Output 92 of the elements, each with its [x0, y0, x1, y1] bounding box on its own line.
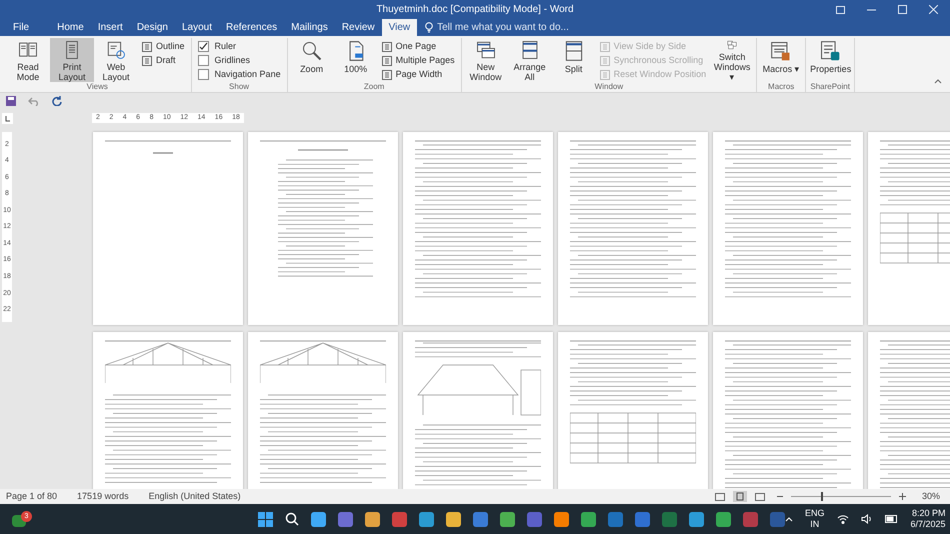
layout-icon: [600, 56, 610, 66]
speaker-icon[interactable]: [860, 514, 873, 524]
group-label: Views: [86, 82, 108, 92]
group-label: SharePoint: [810, 82, 850, 92]
ribbon-tab[interactable]: Mailings: [284, 19, 335, 36]
web-page-icon: [105, 40, 127, 60]
ribbon-button[interactable]: Macros ▾: [759, 38, 804, 82]
ribbon-tab[interactable]: Layout: [174, 19, 219, 36]
checkmark-icon: [198, 42, 208, 51]
ribbon-button[interactable]: 100%: [334, 38, 378, 82]
battery-icon[interactable]: [884, 515, 899, 523]
ribbon-button[interactable]: Arrange All: [508, 38, 552, 82]
clock-date[interactable]: 6/7/2025: [910, 519, 946, 530]
layout-icon: [142, 42, 152, 52]
checkbox[interactable]: [198, 55, 209, 66]
tab-stop-icon[interactable]: [2, 113, 12, 124]
language-status[interactable]: English (United States): [148, 490, 241, 504]
redo-icon[interactable]: [52, 96, 62, 106]
web-layout-icon[interactable]: [754, 492, 765, 500]
ribbon-checkbox[interactable]: Navigation Pane: [198, 68, 281, 81]
layout-icon: [142, 56, 152, 66]
group-label: Zoom: [364, 82, 384, 92]
search-icon[interactable]: [285, 512, 299, 526]
app-icon[interactable]: [554, 512, 569, 526]
ribbon-checkbox[interactable]: Gridlines: [198, 54, 281, 67]
app-icon[interactable]: [473, 512, 488, 526]
ribbon-small-button[interactable]: Page Width: [382, 68, 455, 81]
app-icon[interactable]: [446, 512, 461, 526]
ribbon-button[interactable]: Split: [552, 38, 596, 82]
app-icon[interactable]: [689, 512, 704, 526]
ribbon-button[interactable]: Read Mode: [6, 38, 50, 82]
ribbon-small-button[interactable]: Draft: [142, 54, 185, 67]
input-region[interactable]: IN: [810, 519, 820, 530]
lightbulb-icon: [425, 22, 434, 33]
ribbon-button[interactable]: Switch Windows ▾: [710, 38, 754, 82]
search-icon: [300, 40, 323, 62]
ribbon-tab[interactable]: Home: [50, 19, 91, 36]
clock-time[interactable]: 8:20 PM: [912, 508, 946, 519]
ribbon-tab[interactable]: File: [6, 19, 36, 36]
tell-me-field[interactable]: Tell me what you want to do...: [437, 20, 569, 35]
group-label: Macros: [768, 82, 794, 92]
ribbon-display-icon[interactable]: [836, 6, 845, 14]
wifi-icon[interactable]: [836, 514, 849, 524]
app-icon[interactable]: [392, 512, 407, 526]
group-label: Window: [594, 82, 624, 92]
ribbon-tab[interactable]: Review: [334, 19, 382, 36]
zoom-in-icon[interactable]: [898, 493, 906, 500]
print-layout-icon[interactable]: [732, 491, 747, 502]
app-icon[interactable]: [311, 512, 326, 526]
zoom-slider-thumb[interactable]: [820, 492, 823, 501]
collapse-caret-icon[interactable]: [934, 79, 942, 84]
ribbon-button[interactable]: New Window: [464, 38, 508, 82]
ribbon-button[interactable]: Print Layout: [50, 38, 94, 82]
window-icon: [474, 40, 497, 60]
layout-icon: [382, 56, 392, 66]
input-language[interactable]: ENG: [805, 508, 825, 519]
checkbox[interactable]: [198, 41, 209, 52]
properties-icon: [819, 40, 842, 62]
app-icon[interactable]: [716, 512, 731, 526]
checkbox[interactable]: [198, 69, 209, 80]
ribbon-button[interactable]: Web Layout: [94, 38, 138, 82]
read-mode-icon[interactable]: [714, 492, 725, 500]
window-title: Thuyetminh.doc [Compatibility Mode] - Word: [376, 3, 574, 17]
save-icon[interactable]: [6, 96, 16, 106]
word-count[interactable]: 17519 words: [77, 490, 129, 504]
ribbon-tab[interactable]: View: [382, 19, 418, 36]
ribbon-small-button[interactable]: Outline: [142, 40, 185, 53]
ribbon-checkbox[interactable]: Ruler: [198, 40, 281, 53]
group-label: Show: [229, 82, 250, 92]
app-icon[interactable]: [419, 512, 434, 526]
zoom-level[interactable]: 30%: [922, 490, 940, 504]
layout-icon: [600, 42, 610, 52]
layout-icon: [382, 70, 392, 80]
windows-start-icon[interactable]: [258, 512, 273, 526]
app-icon[interactable]: [581, 512, 596, 526]
ribbon-tab[interactable]: Insert: [90, 19, 130, 36]
page-count[interactable]: Page 1 of 80: [6, 490, 58, 504]
ribbon-tab[interactable]: Design: [130, 19, 175, 36]
caret-icon[interactable]: [785, 516, 793, 522]
ribbon-small-button[interactable]: Multiple Pages: [382, 54, 455, 67]
app-icon[interactable]: [500, 512, 515, 526]
ribbon-tab[interactable]: References: [219, 19, 284, 36]
app-icon[interactable]: [365, 512, 380, 526]
ribbon-button[interactable]: Properties: [808, 38, 852, 82]
ribbon-button[interactable]: Zoom: [290, 38, 334, 82]
layout-icon: [382, 42, 392, 52]
close-icon[interactable]: [929, 5, 938, 14]
ribbon-small-button[interactable]: One Page: [382, 40, 455, 53]
macro-icon: [770, 40, 792, 62]
maximize-icon[interactable]: [898, 5, 907, 14]
layout-icon: [600, 70, 610, 80]
app-icon[interactable]: [338, 512, 353, 526]
